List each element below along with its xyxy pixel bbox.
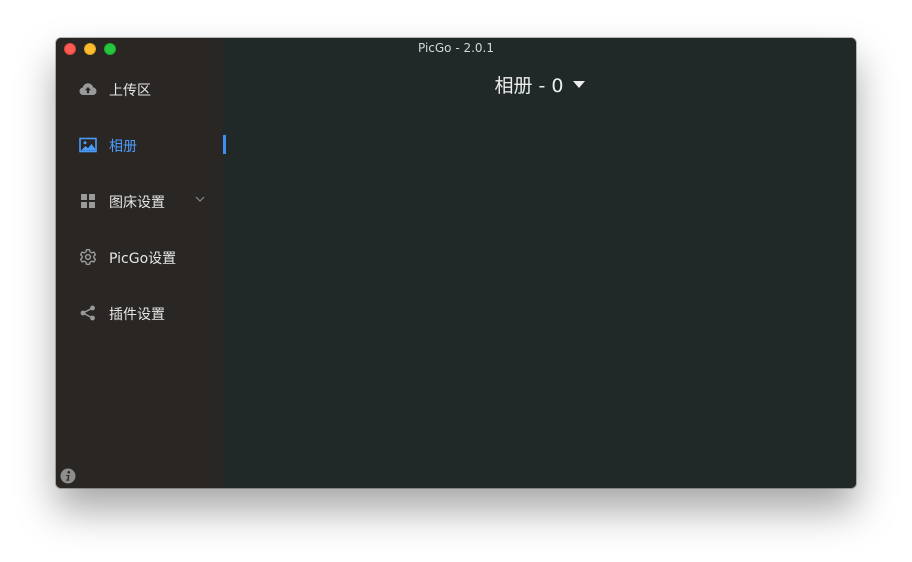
window-title: PicGo - 2.0.1	[417, 41, 495, 55]
sidebar-item-label: 相册	[109, 139, 137, 155]
cloud-upload-icon	[79, 83, 97, 95]
sidebar-item-label: 插件设置	[109, 307, 165, 323]
active-indicator	[223, 135, 226, 154]
gallery-title-dropdown[interactable]: 相册 - 0	[223, 71, 856, 98]
main-content: 相册 - 0	[223, 38, 856, 488]
sidebar-item-gallery[interactable]: 相册	[56, 125, 223, 165]
info-icon[interactable]	[60, 468, 76, 484]
sidebar-item-upload[interactable]: 上传区	[56, 69, 223, 109]
sidebar: 上传区 相册 图床设置 PicGo设置 插件设置	[56, 38, 223, 488]
sidebar-item-label: PicGo设置	[109, 251, 177, 267]
sidebar-item-label: 上传区	[109, 83, 151, 99]
share-icon	[80, 305, 95, 321]
title-bar[interactable]: PicGo - 2.0.1	[56, 38, 856, 60]
grid-icon	[81, 194, 95, 208]
app-window: 上传区 相册 图床设置 PicGo设置 插件设置 相册 - 0 PicGo - …	[56, 38, 856, 488]
gallery-title: 相册 - 0	[494, 75, 564, 97]
caret-down-icon	[572, 81, 585, 88]
sidebar-item-picgo-settings[interactable]: PicGo设置	[56, 237, 223, 277]
image-icon	[79, 137, 97, 153]
sidebar-item-label: 图床设置	[109, 195, 165, 211]
sidebar-item-plugin-settings[interactable]: 插件设置	[56, 293, 223, 333]
sidebar-item-picbed-settings[interactable]: 图床设置	[56, 181, 223, 221]
gear-icon	[79, 249, 97, 265]
chevron-down-icon	[195, 196, 205, 202]
